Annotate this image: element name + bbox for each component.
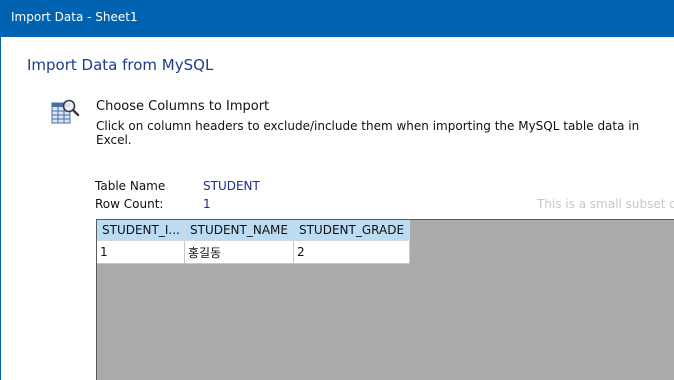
table-cell: 2 bbox=[293, 240, 411, 264]
step-heading: Choose Columns to Import bbox=[96, 99, 270, 114]
window-title: Import Data - Sheet1 bbox=[11, 10, 138, 24]
window-border bbox=[0, 37, 1, 380]
table-cell: 1 bbox=[97, 240, 185, 264]
row-count-label: Row Count: bbox=[95, 197, 164, 211]
window-titlebar[interactable]: Import Data - Sheet1 bbox=[0, 0, 674, 37]
column-header-student-grade[interactable]: STUDENT_GRADE bbox=[293, 220, 411, 241]
column-header-student-id[interactable]: STUDENT_I... bbox=[97, 220, 185, 241]
table-search-icon bbox=[51, 99, 80, 124]
header-row: STUDENT_I... STUDENT_NAME STUDENT_GRADE bbox=[97, 220, 411, 241]
step-description: Click on column headers to exclude/inclu… bbox=[96, 119, 640, 147]
subset-note: This is a small subset of t bbox=[537, 197, 674, 211]
column-header-student-name[interactable]: STUDENT_NAME bbox=[184, 220, 294, 241]
row-count-value: 1 bbox=[203, 197, 211, 211]
table-row: 1 홍길동 2 bbox=[97, 240, 411, 264]
table-name-label: Table Name bbox=[95, 179, 166, 193]
table-name-value: STUDENT bbox=[203, 179, 260, 193]
table-cell: 홍길동 bbox=[184, 240, 294, 264]
dialog-title: Import Data from MySQL bbox=[27, 56, 214, 74]
column-preview-grid[interactable]: STUDENT_I... STUDENT_NAME STUDENT_GRADE … bbox=[96, 219, 674, 380]
data-table: STUDENT_I... STUDENT_NAME STUDENT_GRADE … bbox=[97, 220, 411, 264]
